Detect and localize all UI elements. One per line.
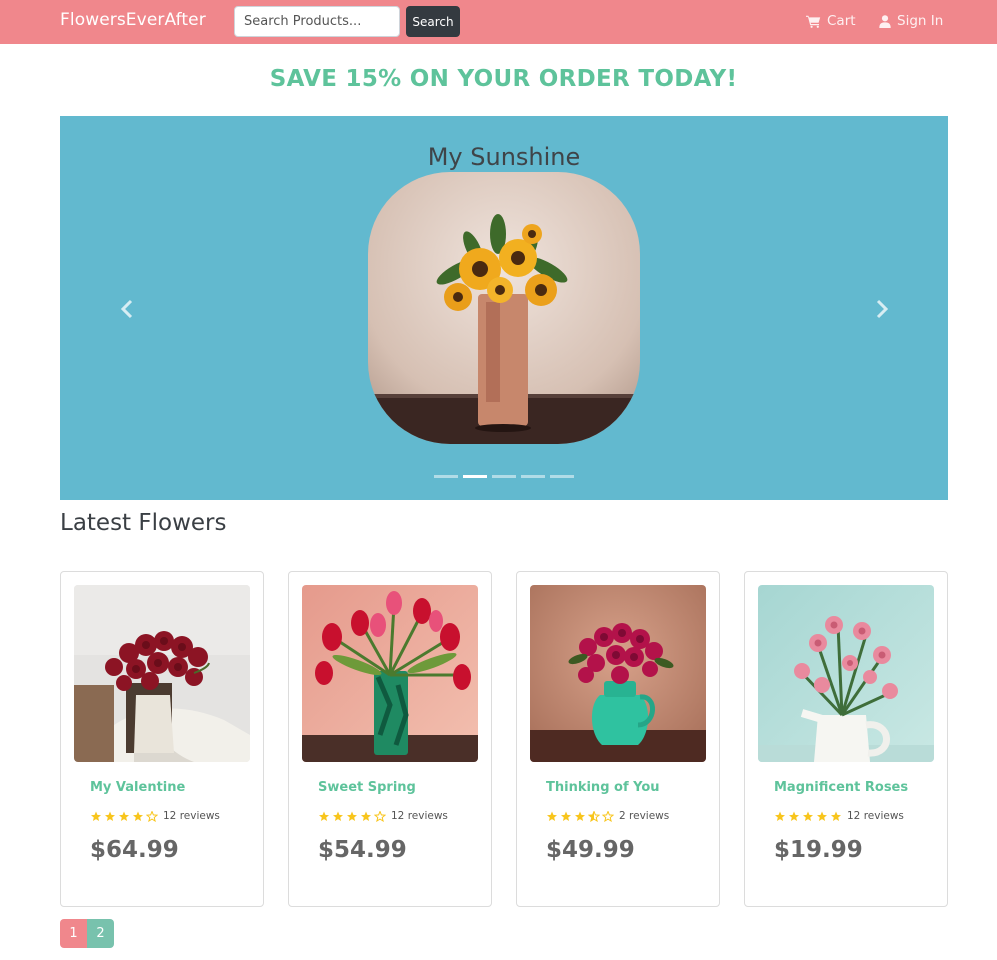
product-image[interactable]: [74, 585, 250, 762]
product-rating: 12 reviews: [774, 810, 904, 822]
carousel-indicator[interactable]: [434, 475, 458, 478]
star-icon: [817, 811, 827, 821]
nav-cart-link[interactable]: Cart: [806, 13, 856, 29]
carousel-indicators: [434, 475, 574, 478]
chevron-left-icon: [120, 299, 133, 319]
product-reviews: 12 reviews: [847, 810, 904, 822]
carousel-next-button[interactable]: [871, 298, 891, 320]
carousel-slide-image[interactable]: [368, 172, 640, 444]
product-reviews: 12 reviews: [163, 810, 220, 822]
product-rating: 2 reviews: [546, 810, 669, 822]
page-button-2[interactable]: 2: [87, 919, 114, 948]
nav-signin-link[interactable]: Sign In: [879, 13, 943, 29]
product-card: Thinking of You 2 reviews $49.99: [516, 571, 720, 907]
product-reviews: 2 reviews: [619, 810, 670, 822]
page-button-1[interactable]: 1: [60, 919, 87, 948]
star-icon: [146, 810, 158, 822]
navbar: FlowersEverAfter Search Cart Sign In: [0, 0, 997, 44]
star-icon: [91, 811, 101, 821]
carousel-prev-button[interactable]: [118, 298, 138, 320]
product-rating: 12 reviews: [318, 810, 448, 822]
star-icon: [105, 811, 115, 821]
star-icon: [347, 811, 357, 821]
carousel-indicator-active[interactable]: [463, 475, 487, 478]
cart-label: Cart: [827, 13, 856, 29]
star-icon: [119, 811, 129, 821]
product-image[interactable]: [530, 585, 706, 762]
carousel-indicator[interactable]: [521, 475, 545, 478]
star-icon: [547, 811, 557, 821]
star-icon: [803, 811, 813, 821]
star-icon: [789, 811, 799, 821]
pagination: 1 2: [60, 919, 114, 948]
star-icon: [374, 810, 386, 822]
search-input[interactable]: [234, 6, 400, 37]
product-name[interactable]: Sweet Spring: [318, 780, 416, 795]
user-icon: [879, 14, 891, 28]
brand-logo[interactable]: FlowersEverAfter: [60, 10, 206, 30]
product-price: $54.99: [318, 837, 407, 863]
carousel-indicator[interactable]: [492, 475, 516, 478]
star-icon: [831, 811, 841, 821]
product-image[interactable]: [758, 585, 934, 762]
star-icon: [133, 811, 143, 821]
star-icon: [561, 811, 571, 821]
product-price: $64.99: [90, 837, 179, 863]
promo-banner: SAVE 15% ON YOUR ORDER TODAY!: [269, 66, 738, 92]
star-icon: [588, 810, 600, 822]
signin-label: Sign In: [897, 13, 944, 29]
star-icon: [319, 811, 329, 821]
star-icon: [775, 811, 785, 821]
hero-carousel: My Sunshine: [60, 116, 948, 500]
product-image[interactable]: [302, 585, 478, 762]
carousel-indicator[interactable]: [550, 475, 574, 478]
star-icon: [575, 811, 585, 821]
shopping-cart-icon: [806, 15, 821, 28]
star-icon: [333, 811, 343, 821]
section-title: Latest Flowers: [60, 510, 227, 536]
product-card: Sweet Spring 12 reviews $54.99: [288, 571, 492, 907]
product-card: Magnificent Roses 12 reviews $19.99: [744, 571, 948, 907]
product-price: $49.99: [546, 837, 635, 863]
carousel-slide-title[interactable]: My Sunshine: [60, 143, 948, 171]
product-price: $19.99: [774, 837, 863, 863]
product-name[interactable]: My Valentine: [90, 780, 185, 795]
star-icon: [602, 810, 614, 822]
product-reviews: 12 reviews: [391, 810, 448, 822]
search-button[interactable]: Search: [406, 6, 460, 37]
star-icon: [361, 811, 371, 821]
product-name[interactable]: Thinking of You: [546, 780, 660, 795]
chevron-right-icon: [876, 299, 889, 319]
product-name[interactable]: Magnificent Roses: [774, 780, 908, 795]
product-rating: 12 reviews: [90, 810, 220, 822]
product-card: My Valentine 12 reviews $64.99: [60, 571, 264, 907]
